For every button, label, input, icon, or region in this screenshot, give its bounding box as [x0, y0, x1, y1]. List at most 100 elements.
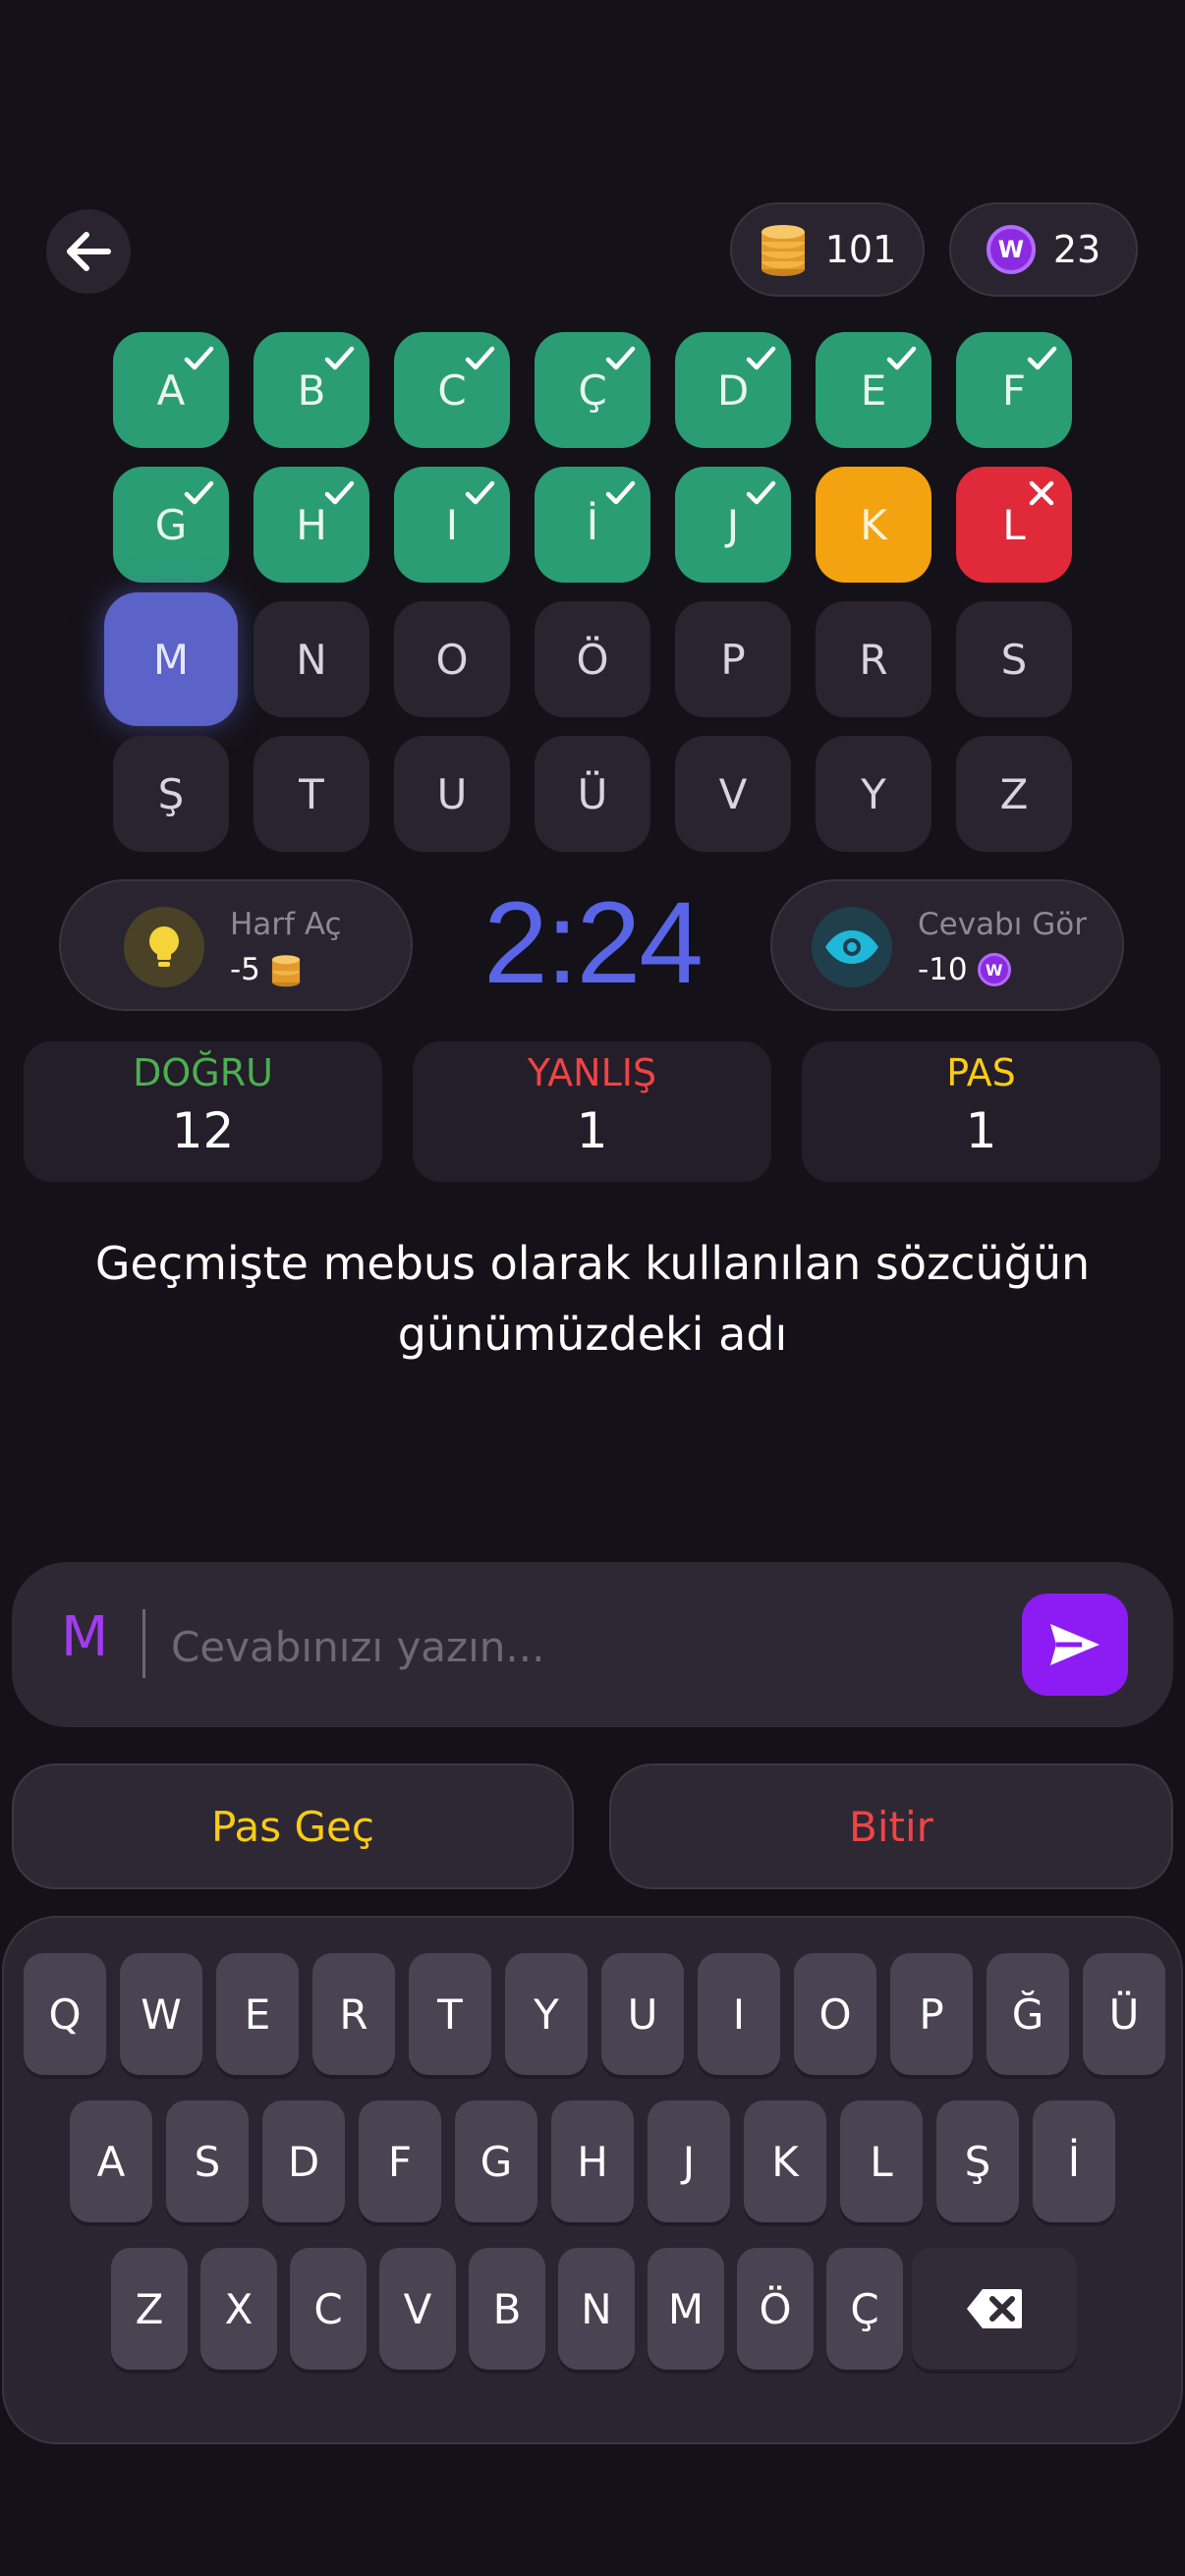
countdown-timer: 2:24	[483, 878, 704, 1008]
letter-tile-char: S	[1000, 635, 1028, 684]
keyboard-key-label: R	[339, 1989, 368, 2039]
finish-button[interactable]: Bitir	[609, 1764, 1173, 1889]
keyboard-key-label: X	[224, 2284, 254, 2333]
keyboard-key[interactable]: B	[469, 2248, 545, 2370]
letter-tile: Ü	[535, 736, 650, 852]
keyboard-key[interactable]: C	[290, 2248, 367, 2370]
keyboard-key[interactable]: L	[840, 2100, 923, 2222]
keyboard-key[interactable]: W	[120, 1953, 202, 2075]
letter-tile-char: J	[726, 500, 740, 549]
input-divider	[142, 1609, 145, 1678]
send-icon	[1050, 1624, 1100, 1665]
keyboard-key[interactable]: Y	[505, 1953, 588, 2075]
answer-input[interactable]	[169, 1611, 998, 1682]
letter-tile-char: E	[860, 365, 887, 415]
keyboard-key[interactable]: T	[409, 1953, 491, 2075]
keyboard-key[interactable]: M	[648, 2248, 724, 2370]
show-answer-cost-value: -10	[918, 952, 968, 987]
keyboard-key[interactable]: Q	[24, 1953, 106, 2075]
keyboard-key-label: N	[581, 2284, 612, 2333]
keyboard-key[interactable]: K	[744, 2100, 826, 2222]
letter-tile: Ş	[113, 736, 229, 852]
keyboard-key[interactable]: N	[558, 2248, 635, 2370]
keyboard-key[interactable]: U	[601, 1953, 684, 2075]
keyboard-key-label: İ	[1067, 2137, 1081, 2186]
letter-tile-char: O	[435, 635, 469, 684]
backspace-key[interactable]	[912, 2248, 1077, 2370]
letter-progress-grid: ABCÇD E F GH I İ J K L M N O Ö P R S Ş T U Ü V Y Z	[0, 0, 1185, 865]
letter-tile: D	[675, 332, 791, 448]
pass-button-label: Pas Geç	[211, 1802, 374, 1851]
keyboard-key-label: U	[627, 1989, 658, 2039]
check-icon	[886, 346, 917, 370]
keyboard-key[interactable]: H	[551, 2100, 634, 2222]
keyboard-key-label: T	[437, 1989, 463, 2039]
reveal-letter-button[interactable]: Harf Aç -5	[59, 879, 413, 1011]
keyboard-key-label: Ğ	[1011, 1989, 1044, 2039]
keyboard-key-label: Y	[534, 1989, 559, 2039]
letter-tile: N	[254, 601, 369, 717]
keyboard-key-label: H	[577, 2137, 608, 2186]
send-button[interactable]	[1022, 1594, 1128, 1696]
keyboard-key[interactable]: V	[379, 2248, 456, 2370]
question-text: Geçmişte mebus olarak kullanılan sözcüğü…	[94, 1237, 1091, 1361]
wrong-stat: YANLIŞ 1	[413, 1041, 771, 1182]
keyboard-key[interactable]: F	[359, 2100, 441, 2222]
keyboard-key[interactable]: J	[648, 2100, 730, 2222]
pass-stat: PAS 1	[802, 1041, 1160, 1182]
letter-tile: F	[956, 332, 1072, 448]
check-icon	[465, 346, 495, 370]
keyboard-key[interactable]: Z	[111, 2248, 188, 2370]
letter-tile: P	[675, 601, 791, 717]
keyboard-key[interactable]: P	[890, 1953, 973, 2075]
keyboard-key[interactable]: G	[455, 2100, 537, 2222]
backspace-icon	[967, 2289, 1022, 2328]
keyboard-key[interactable]: Ğ	[987, 1953, 1069, 2075]
keyboard-key-label: J	[682, 2137, 696, 2186]
keyboard-key[interactable]: R	[312, 1953, 395, 2075]
letter-tile: O	[394, 601, 510, 717]
check-icon	[605, 480, 636, 505]
keyboard-key[interactable]: Ö	[737, 2248, 814, 2370]
letter-tile: B	[254, 332, 369, 448]
check-icon	[184, 480, 214, 505]
keyboard-key[interactable]: A	[70, 2100, 152, 2222]
letter-tile: L	[956, 467, 1072, 583]
pass-count: 1	[965, 1102, 997, 1159]
keyboard-key[interactable]: Ş	[936, 2100, 1019, 2222]
letter-tile-char: Ş	[157, 769, 185, 818]
check-icon	[324, 480, 355, 505]
show-answer-button[interactable]: Cevabı Gör -10 W	[770, 879, 1124, 1011]
keyboard-key[interactable]: I	[698, 1953, 780, 2075]
keyboard-key-label: B	[492, 2284, 522, 2333]
keyboard-key-label: Ş	[964, 2137, 991, 2186]
pass-button[interactable]: Pas Geç	[12, 1764, 574, 1889]
keyboard-key[interactable]: Ç	[826, 2248, 903, 2370]
letter-tile-char: M	[152, 635, 190, 684]
keyboard-key[interactable]: Ü	[1083, 1953, 1165, 2075]
letter-tile-char: L	[1002, 500, 1026, 549]
keyboard-key[interactable]: E	[216, 1953, 299, 2075]
show-answer-label: Cevabı Gör	[918, 907, 1087, 942]
letter-tile-char: I	[445, 500, 459, 549]
keyboard-key[interactable]: S	[166, 2100, 249, 2222]
letter-tile-char: T	[299, 769, 324, 818]
keyboard-key-label: K	[771, 2137, 799, 2186]
keyboard-key-label: M	[667, 2284, 705, 2333]
reveal-letter-cost-value: -5	[230, 952, 260, 987]
letter-tile-char: F	[1001, 365, 1027, 415]
letter-tile: G	[113, 467, 229, 583]
letter-tile: E	[816, 332, 931, 448]
keyboard-key-label: Ü	[1108, 1989, 1140, 2039]
letter-tile: Z	[956, 736, 1072, 852]
keyboard-key[interactable]: D	[262, 2100, 345, 2222]
letter-tile: I	[394, 467, 510, 583]
letter-tile-char: K	[860, 500, 887, 549]
check-icon	[746, 346, 776, 370]
keyboard-key-label: I	[732, 1989, 746, 2039]
keyboard-key[interactable]: X	[200, 2248, 277, 2370]
letter-tile: Ö	[535, 601, 650, 717]
keyboard-key[interactable]: İ	[1033, 2100, 1115, 2222]
letter-tile: S	[956, 601, 1072, 717]
keyboard-key[interactable]: O	[794, 1953, 876, 2075]
